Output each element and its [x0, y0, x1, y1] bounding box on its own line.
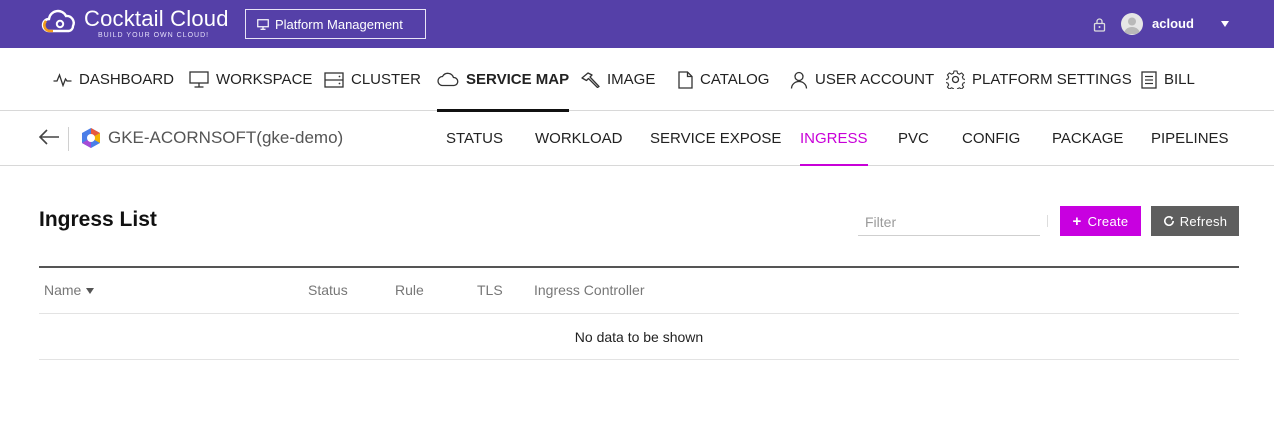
platform-management-label: Platform Management: [275, 16, 403, 32]
nav-item-workspace[interactable]: WORKSPACE: [189, 48, 312, 111]
create-label: Create: [1087, 213, 1129, 229]
brand-logo[interactable]: Cocktail Cloud BUILD YOUR OWN CLOUD!: [40, 7, 229, 43]
nav-item-bill[interactable]: BILL: [1141, 48, 1195, 111]
tab-status[interactable]: STATUS: [446, 111, 503, 166]
pulse-icon: [53, 72, 72, 87]
user-avatar-icon: [1124, 17, 1140, 34]
lock-icon[interactable]: [1093, 17, 1106, 32]
nav-item-label: USER ACCOUNT: [815, 71, 935, 88]
main-nav: DASHBOARD WORKSPACE CLUSTER SERVICE MAP …: [0, 48, 1274, 112]
column-header-rule[interactable]: Rule: [395, 282, 424, 298]
column-header-ingress-controller[interactable]: Ingress Controller: [534, 282, 645, 298]
hammer-icon: [581, 71, 600, 88]
nav-item-label: SERVICE MAP: [466, 71, 570, 88]
nav-item-label: PLATFORM SETTINGS: [972, 71, 1132, 88]
nav-item-label: DASHBOARD: [79, 71, 175, 88]
nav-item-label: IMAGE: [607, 71, 656, 88]
divider: [1047, 215, 1048, 227]
plus-icon: +: [1072, 212, 1082, 230]
platform-management-button[interactable]: Platform Management: [245, 9, 426, 39]
tab-label: WORKLOAD: [535, 130, 623, 147]
column-header-status[interactable]: Status: [308, 282, 348, 298]
nav-item-dashboard[interactable]: DASHBOARD: [53, 48, 174, 111]
refresh-icon: [1163, 216, 1174, 227]
brand-tagline: BUILD YOUR OWN CLOUD!: [98, 32, 210, 39]
cloud-logo-icon: [41, 9, 75, 33]
column-header-label: Status: [308, 282, 348, 298]
sort-desc-icon: [86, 288, 95, 294]
refresh-label: Refresh: [1179, 213, 1228, 229]
back-arrow-icon[interactable]: [38, 128, 60, 146]
column-header-label: Name: [44, 282, 82, 298]
page-title: Ingress List: [39, 208, 157, 231]
chevron-down-icon[interactable]: [1221, 21, 1229, 27]
filter-input[interactable]: [858, 208, 1040, 236]
tab-package[interactable]: PACKAGE: [1052, 111, 1123, 166]
brand-title: Cocktail Cloud: [84, 6, 229, 31]
nav-item-label: WORKSPACE: [216, 71, 313, 88]
tab-pipelines[interactable]: PIPELINES: [1151, 111, 1229, 166]
document-icon: [678, 70, 693, 89]
tab-pvc[interactable]: PVC: [898, 111, 929, 166]
nav-item-label: CLUSTER: [351, 71, 422, 88]
column-header-name[interactable]: Name: [44, 282, 95, 298]
empty-state-message: No data to be shown: [574, 328, 704, 345]
tab-label: PIPELINES: [1151, 130, 1229, 147]
tab-label: CONFIG: [962, 130, 1021, 147]
avatar[interactable]: [1121, 13, 1143, 35]
user-icon: [790, 71, 808, 89]
column-header-label: Rule: [395, 282, 424, 298]
tab-ingress[interactable]: INGRESS: [800, 111, 868, 166]
tab-label: SERVICE EXPOSE: [650, 130, 782, 147]
monitor-icon: [257, 18, 269, 30]
bill-icon: [1141, 70, 1157, 89]
table-top-border: [39, 266, 1239, 268]
tab-label: INGRESS: [800, 130, 868, 147]
nav-item-user-account[interactable]: USER ACCOUNT: [790, 48, 934, 111]
monitor-icon: [189, 71, 209, 88]
create-button[interactable]: + Create: [1060, 206, 1141, 236]
tab-label: PVC: [898, 130, 929, 147]
nav-item-label: BILL: [1164, 71, 1195, 88]
column-header-tls[interactable]: TLS: [477, 282, 503, 298]
cloud-icon: [437, 72, 459, 87]
cluster-subheader: GKE-ACORNSOFT(gke-demo) STATUS WORKLOAD …: [0, 111, 1274, 166]
nav-item-image[interactable]: IMAGE: [581, 48, 655, 111]
column-header-label: TLS: [477, 282, 503, 298]
cluster-name[interactable]: GKE-ACORNSOFT(gke-demo): [108, 128, 343, 148]
nav-item-cluster[interactable]: CLUSTER: [324, 48, 421, 111]
column-header-label: Ingress Controller: [534, 282, 645, 298]
tab-workload[interactable]: WORKLOAD: [535, 111, 623, 166]
tab-config[interactable]: CONFIG: [962, 111, 1020, 166]
nav-item-catalog[interactable]: CATALOG: [678, 48, 769, 111]
top-bar: Cocktail Cloud BUILD YOUR OWN CLOUD! Pla…: [0, 0, 1274, 48]
gear-icon: [946, 70, 965, 89]
nav-item-service-map[interactable]: SERVICE MAP: [437, 48, 570, 112]
divider: [68, 127, 69, 151]
tab-service-expose[interactable]: SERVICE EXPOSE: [650, 111, 781, 166]
tab-label: STATUS: [446, 130, 503, 147]
table-divider: [39, 359, 1239, 360]
gke-hexagon-icon: [82, 128, 100, 148]
nav-item-platform-settings[interactable]: PLATFORM SETTINGS: [946, 48, 1132, 111]
server-icon: [324, 71, 344, 88]
refresh-button[interactable]: Refresh: [1151, 206, 1239, 236]
username[interactable]: acloud: [1152, 16, 1194, 31]
nav-item-label: CATALOG: [700, 71, 770, 88]
tab-label: PACKAGE: [1052, 130, 1124, 147]
